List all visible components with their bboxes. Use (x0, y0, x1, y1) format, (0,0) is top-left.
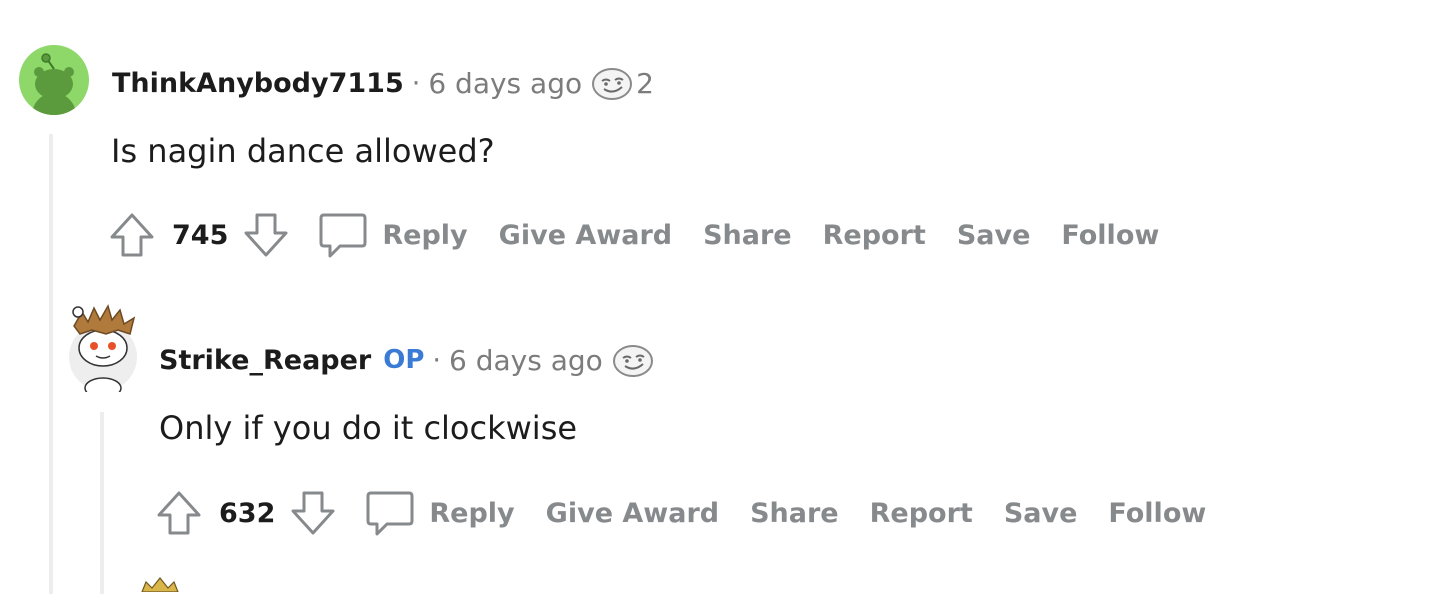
downvote-icon[interactable] (289, 489, 337, 537)
report-button[interactable]: Report (823, 220, 926, 251)
crown-avatar-icon (141, 577, 179, 592)
share-button[interactable]: Share (703, 220, 792, 251)
comment-body: Only if you do it clockwise (159, 409, 578, 447)
comment-meta: Strike_Reaper OP · 6 days ago (159, 341, 655, 379)
award-count: 2 (636, 66, 654, 100)
op-badge: OP (383, 345, 425, 375)
downvote-icon[interactable] (242, 211, 290, 259)
comment-body: Is nagin dance allowed? (111, 132, 495, 170)
reply-button[interactable]: Reply (382, 220, 467, 251)
separator-dot: · (411, 67, 421, 99)
report-button[interactable]: Report (870, 498, 973, 529)
follow-button[interactable]: Follow (1108, 498, 1206, 529)
follow-button[interactable]: Follow (1061, 220, 1159, 251)
avatar[interactable] (138, 576, 182, 592)
timestamp[interactable]: 6 days ago (428, 67, 582, 100)
vote-score: 632 (219, 497, 276, 529)
comment-bubble-icon[interactable] (365, 489, 415, 537)
upvote-icon[interactable] (108, 211, 156, 259)
give-award-button[interactable]: Give Award (546, 498, 719, 529)
timestamp[interactable]: 6 days ago (449, 344, 603, 377)
avatar[interactable] (19, 45, 89, 115)
username[interactable]: ThinkAnybody7115 (112, 68, 404, 99)
give-award-button[interactable]: Give Award (499, 220, 672, 251)
smug-face-award-icon[interactable] (590, 65, 634, 101)
separator-dot: · (432, 344, 442, 376)
username[interactable]: Strike_Reaper (159, 345, 371, 376)
avatar[interactable] (66, 300, 140, 399)
snoo-avatar-icon (69, 304, 137, 399)
snoo-avatar-icon (32, 53, 76, 115)
thread-line-level-2[interactable] (100, 412, 104, 594)
comment-actions: 632 Reply Give Award Share Report Save F… (155, 488, 1206, 538)
save-button[interactable]: Save (1004, 498, 1078, 529)
smug-face-award-icon[interactable] (611, 342, 655, 378)
save-button[interactable]: Save (957, 220, 1031, 251)
comment-bubble-icon[interactable] (318, 211, 368, 259)
vote-score: 745 (172, 219, 229, 251)
comment-actions: 745 Reply Give Award Share Report Save F… (108, 210, 1159, 260)
share-button[interactable]: Share (750, 498, 839, 529)
upvote-icon[interactable] (155, 489, 203, 537)
reply-button[interactable]: Reply (429, 498, 514, 529)
comment-meta: ThinkAnybody7115 · 6 days ago 2 (112, 64, 654, 102)
thread-line-level-1[interactable] (49, 134, 53, 594)
